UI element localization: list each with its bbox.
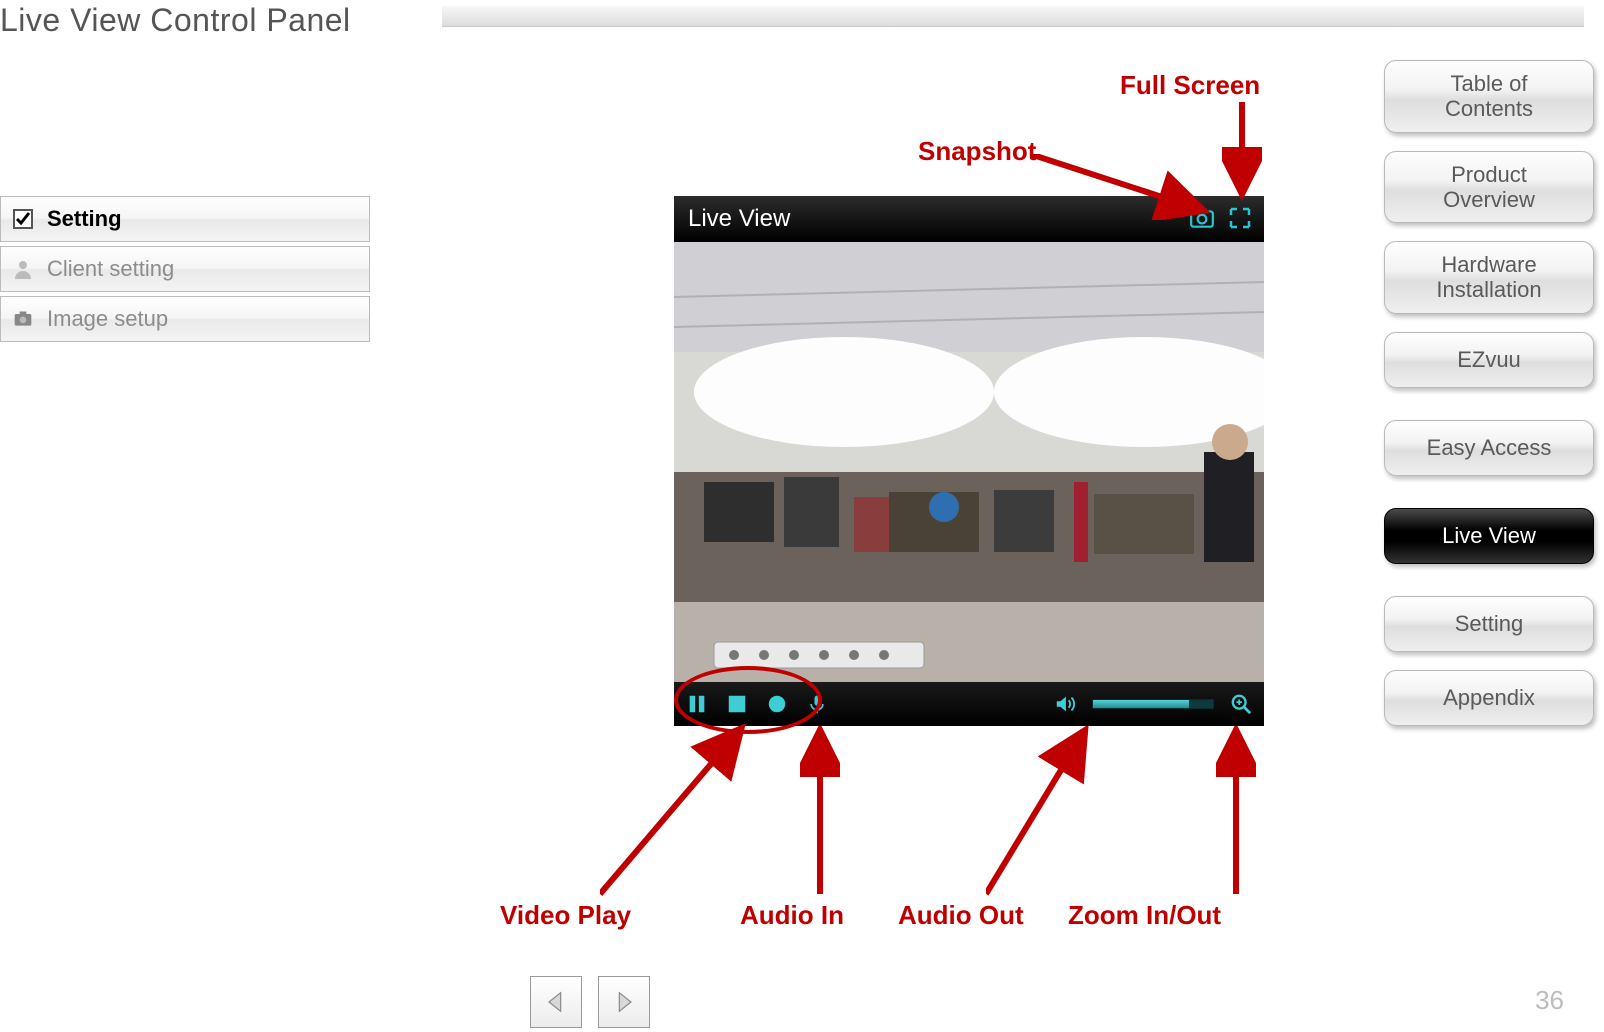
page-nav — [530, 976, 650, 1028]
top-bar — [442, 6, 1584, 27]
nav-easy-access[interactable]: Easy Access — [1384, 420, 1594, 476]
anno-zoom: Zoom In/Out — [1068, 900, 1221, 931]
camera-small-icon — [9, 305, 37, 333]
setting-button[interactable]: Setting — [0, 196, 370, 242]
mic-icon[interactable] — [804, 691, 830, 717]
stop-icon[interactable] — [724, 691, 750, 717]
zoom-icon[interactable] — [1228, 691, 1254, 717]
liveview-header: Live View — [674, 196, 1264, 242]
next-page-button[interactable] — [598, 976, 650, 1028]
snapshot-icon[interactable] — [1188, 204, 1216, 232]
liveview-widget: Live View — [674, 196, 1264, 726]
nav-product-overview[interactable]: Product Overview — [1384, 151, 1594, 224]
left-control-menu: Setting Client setting Image setup — [0, 196, 370, 346]
nav-live-view[interactable]: Live View — [1384, 508, 1594, 564]
nav-setting[interactable]: Setting — [1384, 596, 1594, 652]
fullscreen-icon[interactable] — [1226, 204, 1254, 232]
nav-appendix[interactable]: Appendix — [1384, 670, 1594, 726]
record-icon[interactable] — [764, 691, 790, 717]
liveview-video — [674, 242, 1264, 682]
nav-ezvuu[interactable]: EZvuu — [1384, 332, 1594, 388]
anno-fullscreen: Full Screen — [1120, 70, 1260, 101]
speaker-icon[interactable] — [1052, 691, 1078, 717]
person-icon — [9, 255, 37, 283]
pause-icon[interactable] — [684, 691, 710, 717]
nav-hardware-installation[interactable]: Hardware Installation — [1384, 241, 1594, 314]
right-nav: Table of Contents Product Overview Hardw… — [1384, 60, 1594, 726]
arrow-fullscreen — [1222, 102, 1262, 202]
arrow-audio-in — [800, 726, 840, 900]
check-icon — [9, 205, 37, 233]
client-setting-button[interactable]: Client setting — [0, 246, 370, 292]
liveview-controls — [674, 682, 1264, 726]
volume-slider[interactable] — [1092, 699, 1214, 709]
setting-label: Setting — [47, 206, 122, 232]
arrow-zoom — [1216, 726, 1256, 900]
arrow-audio-out — [986, 726, 1096, 900]
client-setting-label: Client setting — [47, 256, 174, 282]
page-number: 36 — [1535, 985, 1564, 1016]
anno-video-play: Video Play — [500, 900, 631, 931]
image-setup-label: Image setup — [47, 306, 168, 332]
anno-audio-out: Audio Out — [898, 900, 1024, 931]
prev-page-button[interactable] — [530, 976, 582, 1028]
image-setup-button[interactable]: Image setup — [0, 296, 370, 342]
nav-toc[interactable]: Table of Contents — [1384, 60, 1594, 133]
anno-snapshot: Snapshot — [918, 136, 1036, 167]
anno-audio-in: Audio In — [740, 900, 844, 931]
liveview-title: Live View — [688, 205, 790, 233]
arrow-video-play — [600, 724, 760, 900]
page-title: Live View Control Panel — [0, 2, 351, 39]
